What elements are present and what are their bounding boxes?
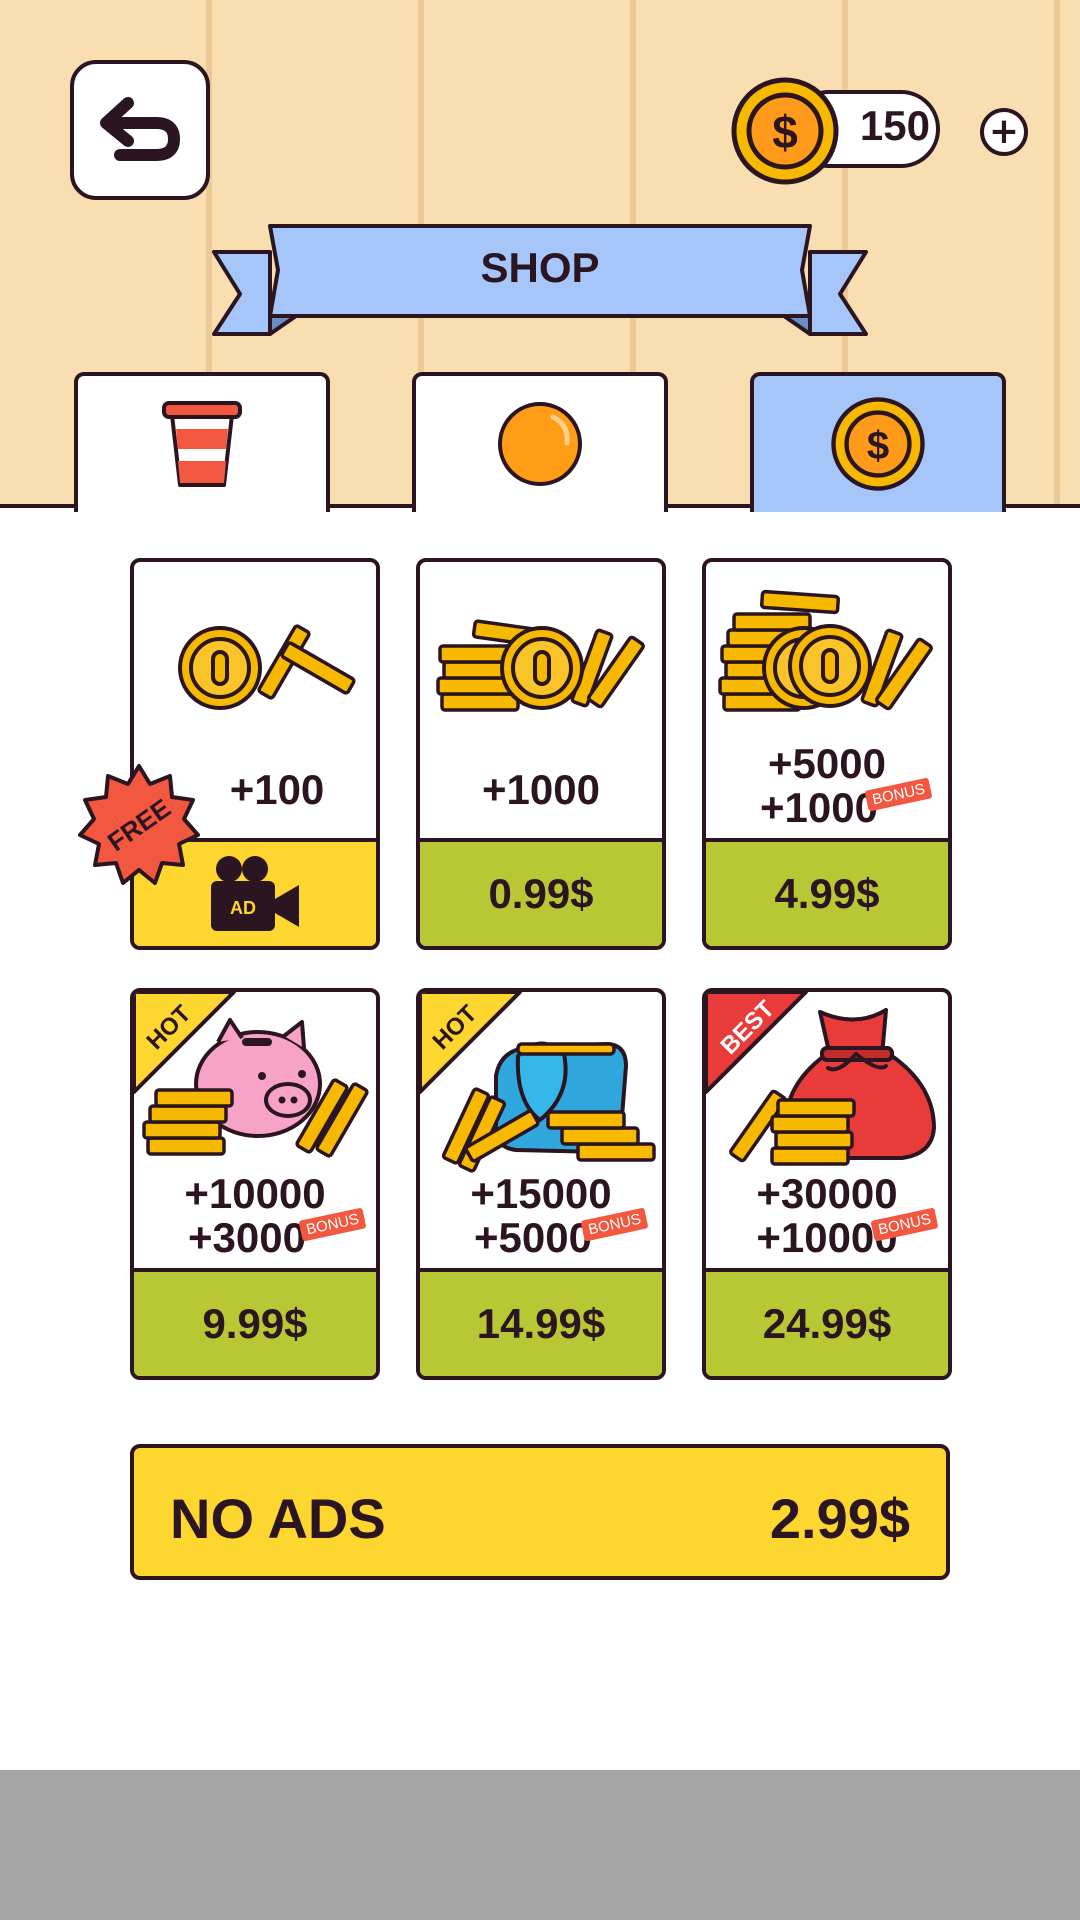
coin-amount: +15000: [470, 1170, 612, 1217]
ball-icon: [498, 402, 582, 486]
product-card-5000[interactable]: +5000 +1000 BONUS 4.99$: [702, 558, 952, 950]
tab-coins[interactable]: $: [750, 372, 1006, 512]
best-ribbon: BEST: [706, 992, 816, 1102]
coin-pile-icon: [436, 619, 647, 712]
add-coins-button[interactable]: +: [980, 108, 1028, 156]
product-card-100[interactable]: +100 AD: [130, 558, 380, 950]
bottom-bar: [0, 1770, 1080, 1920]
product-card-10000[interactable]: +10000 +3000 BONUS HOT 9.99$: [130, 988, 380, 1380]
product-card-15000[interactable]: +15000 +5000 BONUS HOT 14.99$: [416, 988, 666, 1380]
no-ads-label: NO ADS: [170, 1487, 386, 1550]
no-ads-price: 2.99$: [769, 1487, 910, 1550]
coin-amount: +5000: [768, 740, 886, 787]
coin-icon: $: [831, 397, 925, 491]
product-card-30000[interactable]: +30000 +10000 BONUS BEST 24.99$: [702, 988, 952, 1380]
coin-amount: +10000: [184, 1170, 326, 1217]
back-arrow-icon: [100, 97, 180, 161]
shop-title: SHOP: [480, 244, 600, 291]
tab-cups[interactable]: [74, 372, 330, 512]
buy-button[interactable]: 14.99$: [420, 1268, 662, 1376]
coin-amount: +1000: [482, 766, 600, 813]
coin-pile-icon: [718, 589, 935, 712]
buy-button[interactable]: 9.99$: [134, 1268, 376, 1376]
cup-icon: [162, 401, 242, 487]
coin-symbol: $: [867, 423, 889, 468]
tab-balls[interactable]: [412, 372, 668, 512]
buy-button[interactable]: 24.99$: [706, 1268, 948, 1376]
buy-button[interactable]: 0.99$: [420, 838, 662, 946]
no-ads-button[interactable]: NO ADS 2.99$: [130, 1444, 950, 1580]
hot-ribbon: HOT: [420, 992, 530, 1102]
product-card-1000[interactable]: +1000 0.99$: [416, 558, 666, 950]
hot-ribbon: HOT: [134, 992, 244, 1102]
ad-label: AD: [230, 898, 256, 918]
coin-symbol: $: [772, 106, 798, 158]
free-badge: FREE: [78, 764, 200, 885]
coin-counter: 150 $ +: [730, 76, 1030, 186]
back-button[interactable]: [70, 60, 210, 200]
coin-amount: +30000: [756, 1170, 898, 1217]
coin-icon: $: [731, 77, 839, 185]
video-camera-icon: AD: [211, 856, 299, 931]
shop-banner: SHOP: [210, 222, 870, 342]
buy-button[interactable]: 4.99$: [706, 838, 948, 946]
coin-pile-icon: [178, 623, 357, 710]
